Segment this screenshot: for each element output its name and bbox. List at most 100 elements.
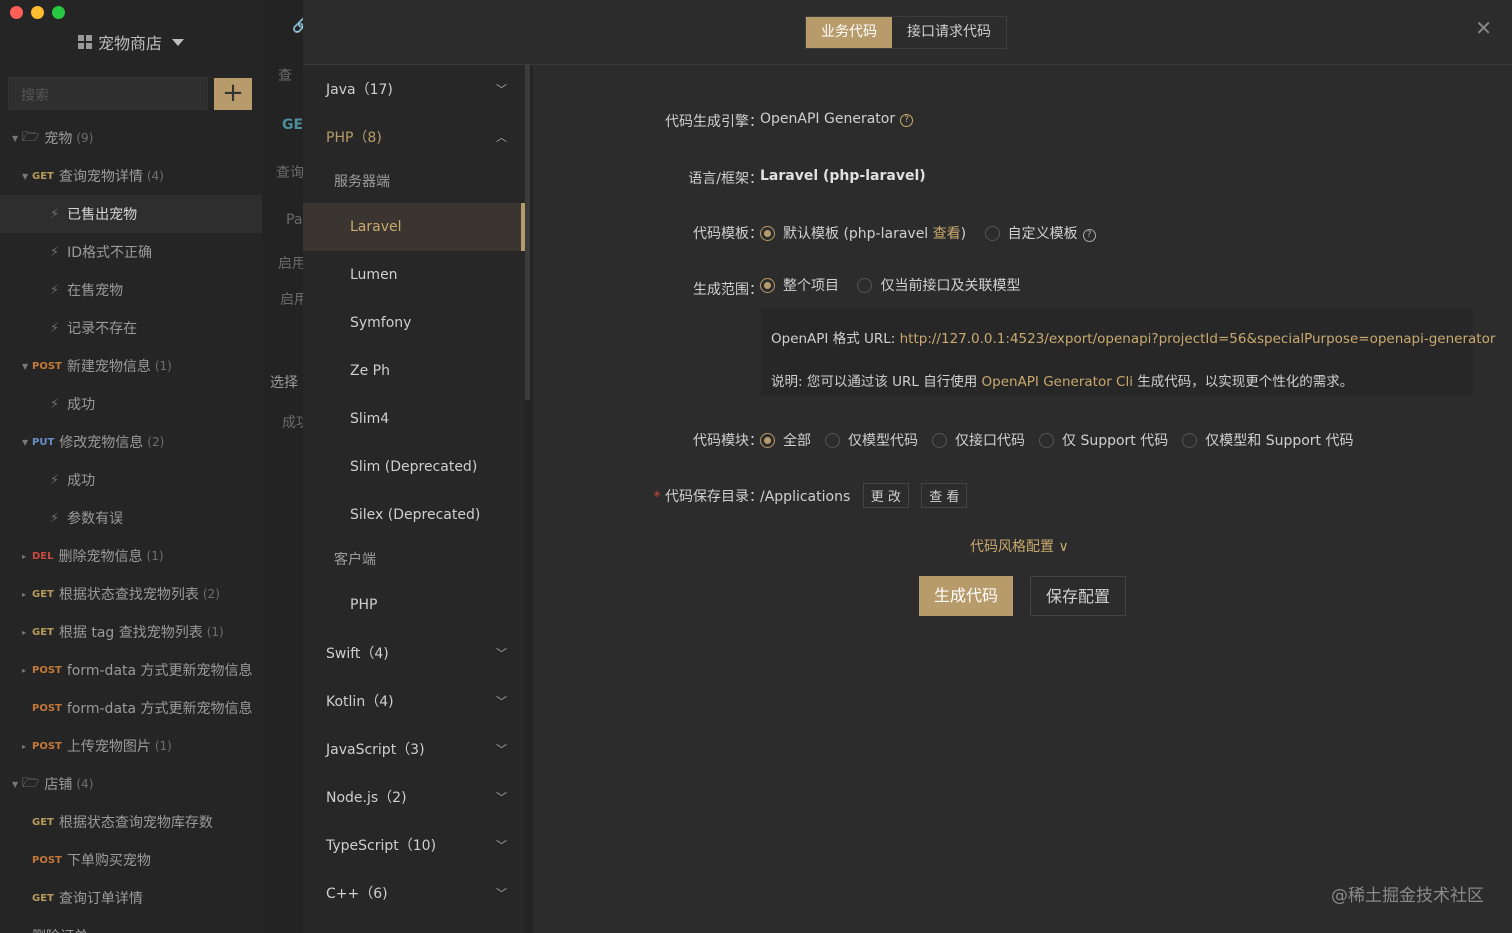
tree-item[interactable]: ▸ POST 上传宠物图片 (1) <box>0 727 262 765</box>
language-item[interactable]: Java（17) ﹀ <box>303 65 525 113</box>
help-icon[interactable]: ? <box>1082 229 1096 242</box>
scope-all-radio[interactable]: 整个项目 <box>760 278 839 294</box>
scope-options: 整个项目 仅当前接口及关联模型 <box>760 275 1020 295</box>
template-options: 默认模板 (php-laravel 查看) 自定义模板? <box>760 223 1096 243</box>
radio-checked-icon <box>760 433 775 448</box>
code-style-toggle[interactable]: 代码风格配置 ∨ <box>970 536 1069 556</box>
save-dir-label-text: 代码保存目录： <box>665 489 763 505</box>
scrollbar[interactable] <box>525 65 533 933</box>
tree-item[interactable]: ▼ GET 查询宠物详情 (4) <box>0 157 262 195</box>
tree-item[interactable]: ▼ PUT 修改宠物信息 (2) <box>0 423 262 461</box>
close-icon[interactable]: ✕ <box>1475 16 1492 40</box>
language-label: PHP（8) <box>326 130 382 146</box>
framework-item[interactable]: Laravel <box>303 203 525 251</box>
save-dir-label: * 代码保存目录： <box>653 489 763 505</box>
expand-icon[interactable]: ▸ <box>22 552 32 561</box>
language-item[interactable]: Node.js（2) ﹀ <box>303 773 525 821</box>
generator-cli-link[interactable]: OpenAPI Generator Cli <box>982 374 1133 390</box>
url-prefix: OpenAPI 格式 URL: <box>771 331 900 347</box>
module-label: 代码模块： <box>693 433 763 449</box>
add-button[interactable]: + <box>214 78 252 110</box>
save-config-button[interactable]: 保存配置 <box>1030 576 1127 616</box>
module-radio[interactable]: 仅模型和 Support 代码 <box>1182 433 1354 449</box>
tree-item[interactable]: ▼ 🗁 宠物 (9) <box>0 119 262 157</box>
language-item[interactable]: TypeScript（10) ﹀ <box>303 821 525 869</box>
language-item[interactable]: Swift（4) ﹀ <box>303 629 525 677</box>
expand-icon[interactable]: ▸ <box>22 742 32 751</box>
framework-item[interactable]: Symfony <box>303 299 525 347</box>
module-radio[interactable]: 仅 Support 代码 <box>1039 433 1168 449</box>
tree-item[interactable]: POST 下单购买宠物 <box>0 841 262 879</box>
language-item[interactable]: JavaScript（3) ﹀ <box>303 725 525 773</box>
tree-item[interactable]: ⚡ 成功 <box>0 461 262 499</box>
tab-business-code[interactable]: 业务代码 <box>806 17 892 48</box>
framework-item[interactable]: Silex (Deprecated) <box>303 491 525 539</box>
framework-item[interactable]: Slim (Deprecated) <box>303 443 525 491</box>
openapi-url-link[interactable]: http://127.0.0.1:4523/export/openapi?pro… <box>900 331 1496 347</box>
language-item[interactable]: C#（4)﹀ <box>303 917 525 933</box>
expand-icon[interactable]: ▼ <box>22 438 32 447</box>
tree-item-label: 新建宠物信息 <box>66 359 151 375</box>
note-line: 说明: 您可以通过该 URL 自行使用 OpenAPI Generator Cl… <box>771 370 1353 390</box>
project-switcher[interactable]: 宠物商店 <box>78 30 185 54</box>
expand-icon[interactable]: ▼ <box>22 362 32 371</box>
tree-item[interactable]: 删除订单 <box>0 917 262 933</box>
tab-request-code[interactable]: 接口请求代码 <box>892 17 1006 48</box>
tree-item-count: (1) <box>146 549 164 563</box>
module-radio[interactable]: 全部 <box>760 433 811 449</box>
tree-item[interactable]: ▼ 🗁 店铺 (4) <box>0 765 262 803</box>
tree-item[interactable]: ⚡ 已售出宠物 <box>0 195 262 233</box>
caret-down-icon <box>172 38 185 46</box>
module-radio[interactable]: 仅接口代码 <box>932 433 1025 449</box>
expand-icon[interactable]: ▸ <box>22 628 32 637</box>
change-dir-button[interactable]: 更 改 <box>862 483 909 508</box>
scope-current-radio[interactable]: 仅当前接口及关联模型 <box>857 278 1020 294</box>
radio-unchecked-icon <box>984 226 1000 241</box>
tree-item[interactable]: GET 根据状态查询宠物库存数 <box>0 803 262 841</box>
tree-item[interactable]: ▸ GET 根据状态查找宠物列表 (2) <box>0 575 262 613</box>
template-custom-radio[interactable]: 自定义模板? <box>984 226 1096 242</box>
template-default-radio[interactable]: 默认模板 (php-laravel 查看) <box>760 226 966 242</box>
tree-item-label: form-data 方式更新宠物信息 <box>66 663 253 679</box>
help-icon[interactable]: ? <box>900 114 914 127</box>
module-label-text: 全部 <box>783 433 811 449</box>
tree-item[interactable]: ▸ DEL 删除宠物信息 (1) <box>0 537 262 575</box>
tree-item[interactable]: POST form-data 方式更新宠物信息 <box>0 689 262 727</box>
language-item[interactable]: PHP（8) ︿ <box>303 113 525 161</box>
window-controls <box>10 6 65 19</box>
method-badge: GET <box>32 626 54 638</box>
expand-icon[interactable]: ▸ <box>22 666 32 675</box>
tree-item[interactable]: ⚡ 记录不存在 <box>0 309 262 347</box>
framework-item[interactable]: Lumen <box>303 251 525 299</box>
view-dir-button[interactable]: 查 看 <box>921 483 968 508</box>
language-item[interactable]: Kotlin（4) ﹀ <box>303 677 525 725</box>
close-window-button[interactable] <box>10 6 23 19</box>
minimize-window-button[interactable] <box>31 6 44 19</box>
framework-item[interactable]: Slim4 <box>303 395 525 443</box>
tree-item[interactable]: ▸ POST form-data 方式更新宠物信息 <box>0 651 262 689</box>
expand-icon[interactable]: ▼ <box>12 134 22 143</box>
tree-item-label: 成功 <box>67 473 96 489</box>
tree-item[interactable]: GET 查询订单详情 <box>0 879 262 917</box>
zoom-window-button[interactable] <box>52 6 65 19</box>
module-radio[interactable]: 仅模型代码 <box>825 433 918 449</box>
tree-item-label: form-data 方式更新宠物信息 <box>66 701 253 717</box>
expand-icon[interactable]: ▼ <box>22 172 32 181</box>
generate-code-button[interactable]: 生成代码 <box>919 576 1014 616</box>
expand-icon[interactable]: ▸ <box>22 590 32 599</box>
tree-item[interactable]: ⚡ 参数有误 <box>0 499 262 537</box>
tree-item[interactable]: ⚡ ID格式不正确 <box>0 233 262 271</box>
tree-item[interactable]: ▸ GET 根据 tag 查找宠物列表 (1) <box>0 613 262 651</box>
search-input[interactable]: 搜索 <box>8 77 208 110</box>
tree-item[interactable]: ⚡ 成功 <box>0 385 262 423</box>
project-name: 宠物商店 <box>98 34 163 53</box>
tree-item[interactable]: ▼ POST 新建宠物信息 (1) <box>0 347 262 385</box>
framework-item[interactable]: PHP <box>303 581 525 629</box>
tree-item-count: (1) <box>206 625 224 639</box>
language-item[interactable]: C++（6) ﹀ <box>303 869 525 917</box>
tree-item-label: 根据状态查找宠物列表 <box>58 587 199 603</box>
view-template-link[interactable]: 查看 <box>933 226 961 242</box>
framework-item[interactable]: Ze Ph <box>303 347 525 395</box>
tree-item[interactable]: ⚡ 在售宠物 <box>0 271 262 309</box>
expand-icon[interactable]: ▼ <box>12 780 22 789</box>
